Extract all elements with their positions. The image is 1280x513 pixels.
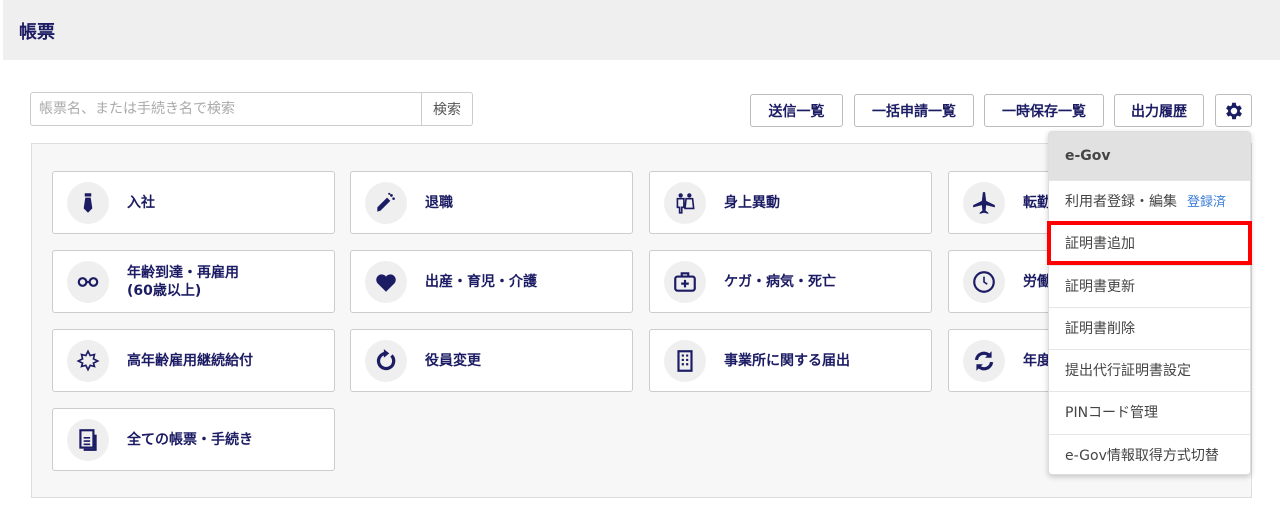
- menu-item-proxy-certificate-settings[interactable]: 提出代行証明書設定: [1049, 349, 1250, 391]
- card-label: 全ての帳票・手続き: [127, 431, 253, 448]
- card-label: 出産・育児・介護: [425, 273, 537, 290]
- card-label: 年度: [1023, 352, 1051, 369]
- documents-icon: [67, 418, 109, 461]
- necktie-icon: [67, 181, 109, 224]
- category-card-first-aid[interactable]: ケガ・病気・死亡: [649, 250, 932, 313]
- sent-list-button[interactable]: 送信一覧: [750, 94, 843, 127]
- settings-button[interactable]: [1215, 94, 1252, 127]
- menu-item-pin-management[interactable]: PINコード管理: [1049, 391, 1250, 433]
- output-history-button[interactable]: 出力履歴: [1114, 94, 1204, 127]
- card-label: 労働: [1023, 273, 1051, 290]
- bulk-list-button[interactable]: 一括申請一覧: [854, 94, 974, 127]
- category-card-rotate[interactable]: 役員変更: [350, 329, 633, 392]
- card-label: 身上異動: [724, 194, 780, 211]
- building-icon: [664, 339, 706, 382]
- search-button[interactable]: 検索: [421, 92, 473, 126]
- temp-save-list-button[interactable]: 一時保存一覧: [984, 94, 1104, 127]
- page-title: 帳票: [19, 22, 55, 43]
- rotate-icon: [365, 339, 407, 382]
- card-label: 高年齢雇用継続給付: [127, 352, 253, 369]
- couple-icon: [664, 181, 706, 224]
- card-label: 入社: [127, 194, 155, 211]
- category-card-couple[interactable]: 身上異動: [649, 171, 932, 234]
- clock-icon: [963, 260, 1005, 303]
- category-card-maple-leaf[interactable]: 高年齢雇用継続給付: [52, 329, 335, 392]
- card-label: 役員変更: [425, 352, 481, 369]
- menu-item-update-certificate[interactable]: 証明書更新: [1049, 264, 1250, 307]
- airplane-icon: [963, 181, 1005, 224]
- category-card-documents[interactable]: 全ての帳票・手続き: [52, 408, 335, 471]
- card-label: ケガ・病気・死亡: [724, 273, 836, 290]
- menu-item-delete-certificate[interactable]: 証明書削除: [1049, 306, 1250, 349]
- sync-icon: [963, 339, 1005, 382]
- category-card-necktie[interactable]: 入社: [52, 171, 335, 234]
- menu-item-user-registration[interactable]: 利用者登録・編集 登録済: [1049, 180, 1250, 222]
- page-header: 帳票: [3, 0, 1280, 60]
- category-card-bouquet[interactable]: 退職: [350, 171, 633, 234]
- bouquet-icon: [365, 181, 407, 224]
- search-input[interactable]: [30, 92, 422, 126]
- category-card-glasses[interactable]: 年齢到達・再雇用 (60歳以上): [52, 250, 335, 313]
- glasses-icon: [67, 260, 109, 303]
- menu-item-label: 利用者登録・編集: [1065, 194, 1177, 210]
- card-label: 事業所に関する届出: [724, 352, 850, 369]
- gear-icon: [1225, 102, 1242, 119]
- registered-badge: 登録済: [1187, 195, 1227, 210]
- menu-item-egov-info-method[interactable]: e-Gov情報取得方式切替: [1049, 433, 1250, 474]
- first-aid-icon: [664, 260, 706, 303]
- category-card-heart[interactable]: 出産・育児・介護: [350, 250, 633, 313]
- settings-dropdown-menu: e-Gov 利用者登録・編集 登録済 証明書追加 証明書更新 証明書削除 提出代行…: [1048, 131, 1251, 475]
- card-label: 転勤: [1023, 194, 1051, 211]
- maple-leaf-icon: [67, 339, 109, 382]
- card-label: 退職: [425, 194, 453, 211]
- category-card-building[interactable]: 事業所に関する届出: [649, 329, 932, 392]
- menu-header-egov: e-Gov: [1049, 132, 1250, 180]
- highlight-box: [1047, 221, 1252, 265]
- card-label: 年齢到達・再雇用 (60歳以上): [127, 264, 239, 299]
- heart-icon: [365, 260, 407, 303]
